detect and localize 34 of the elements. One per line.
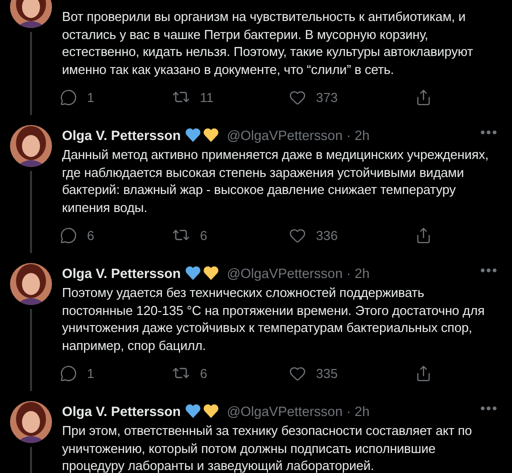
like-icon[interactable] [289,88,306,106]
retweet-count: 6 [200,228,208,242]
like-icon[interactable] [289,226,306,244]
retweet-count: 6 [200,366,208,380]
share-icon[interactable] [415,226,432,244]
tweet-text: Вот проверили вы организм на чувствительность к антибиотикам, и остались у вас в чашке Петри бактерии. В мусорную корзину, естественно, кидать нельзя. Поэтому, такие культуры автоклавируют именно так как указано в документе, что “слили” в сеть. [62,8,474,78]
heart-emoji-icon [184,403,221,419]
author-name[interactable]: Olga V. Pettersson [62,404,181,418]
like-count: 336 [316,228,338,242]
share-icon[interactable] [415,88,432,106]
reply-count: 1 [87,90,94,104]
reply-icon[interactable] [60,226,77,244]
more-button[interactable]: ••• [480,403,498,419]
tweet-text: При этом, ответственный за технику безопасности составляет акт по уничтожению, который потом должны подписать исполнившие процедуру лаборанты и заведующий лабораторией. [62,422,473,473]
more-button[interactable]: ••• [480,265,498,281]
heart-emoji-icon [184,127,221,143]
reply-icon[interactable] [60,364,77,382]
tweet-text: Поэтому удается без технических сложностей поддерживать постоянные 120-135 °C на протяжении времени. Этого достаточно для уничтожения даже устойчивых к температурам бактериальных спор, например, спор бацилл. [62,284,486,354]
reply-icon[interactable] [60,88,77,106]
heart-emoji-icon [184,265,221,281]
author-handle[interactable]: @OlgaVPettersson · 2h [226,128,370,142]
reply-count: 6 [87,228,94,242]
author-handle[interactable]: @OlgaVPettersson · 2h [226,404,370,418]
author-name[interactable]: Olga V. Pettersson [62,266,181,280]
like-icon[interactable] [289,364,306,382]
reply-count: 1 [87,366,94,380]
like-count: 373 [316,90,338,104]
like-count: 335 [316,366,338,380]
more-button[interactable]: ••• [480,127,498,143]
share-icon[interactable] [415,364,432,382]
tweet-text: Данный метод активно применяется даже в медицинских учреждениях, где наблюдается высокая степень заражения устойчивыми видами бактерий: влажный жар - высокое давление снижает температуру кипения воды. [62,146,490,216]
retweet-count: 11 [200,90,214,104]
author-handle[interactable]: @OlgaVPettersson · 2h [226,266,370,280]
author-name[interactable]: Olga V. Pettersson [62,128,181,142]
